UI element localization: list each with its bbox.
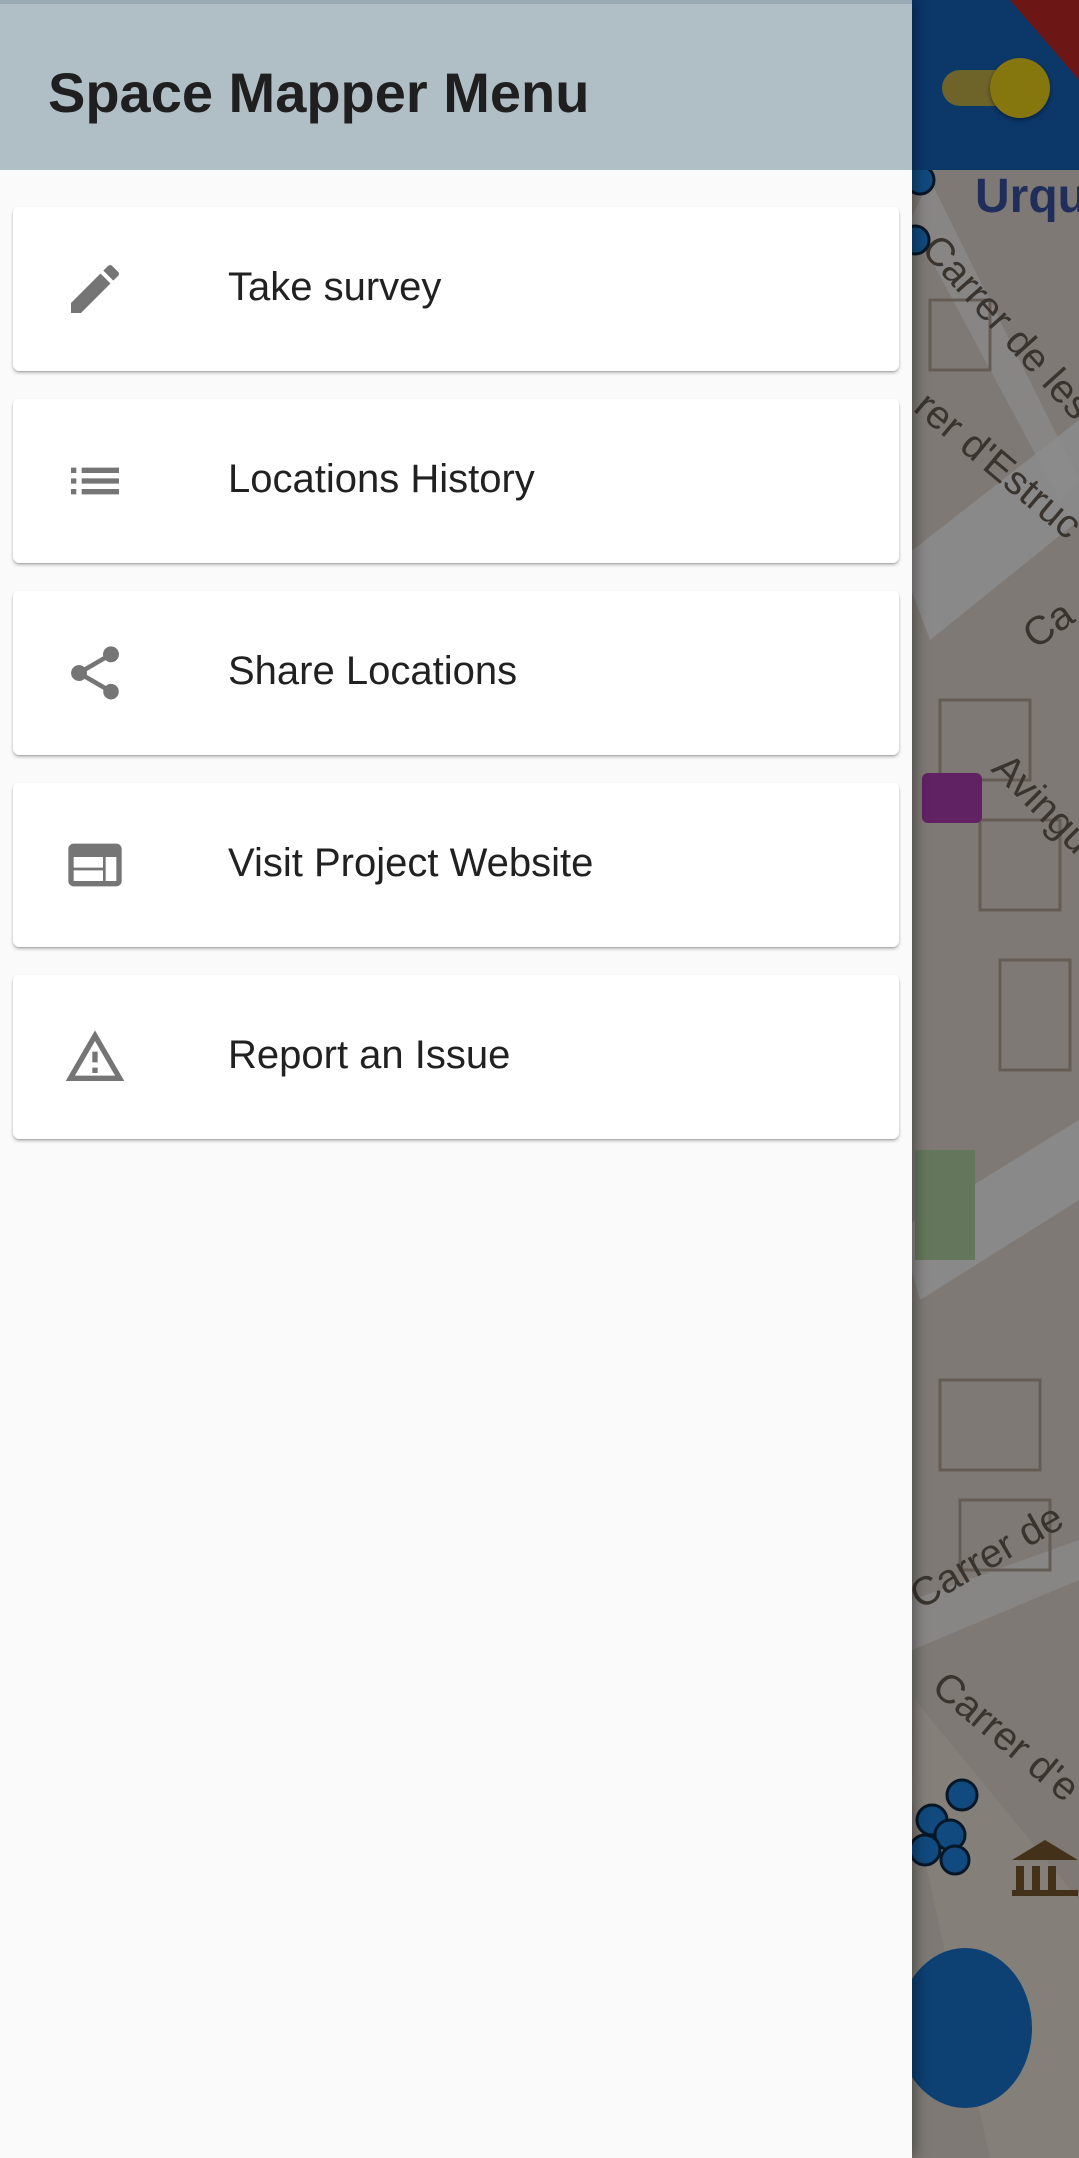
drawer-title: Space Mapper Menu (48, 61, 590, 124)
menu-item-take-survey[interactable]: Take survey (13, 207, 899, 371)
menu-item-label: Take survey (228, 265, 442, 309)
menu-item-locations-history[interactable]: Locations History (13, 399, 899, 563)
drawer-header: Space Mapper Menu (0, 0, 912, 170)
menu-item-label: Share Locations (228, 649, 518, 693)
list-icon (63, 449, 127, 513)
menu-item-share-locations[interactable]: Share Locations (13, 591, 899, 755)
menu-item-report-issue[interactable]: Report an Issue (13, 975, 899, 1139)
share-icon (63, 641, 127, 705)
warning-icon (63, 1025, 127, 1089)
pencil-icon (63, 257, 127, 321)
menu-item-visit-project-website[interactable]: Visit Project Website (13, 783, 899, 947)
web-icon (63, 833, 127, 897)
menu-item-label: Locations History (228, 457, 535, 501)
menu-item-label: Visit Project Website (228, 841, 594, 885)
navigation-drawer: Space Mapper Menu Take survey Locations … (0, 0, 912, 2158)
menu-item-label: Report an Issue (228, 1033, 511, 1077)
